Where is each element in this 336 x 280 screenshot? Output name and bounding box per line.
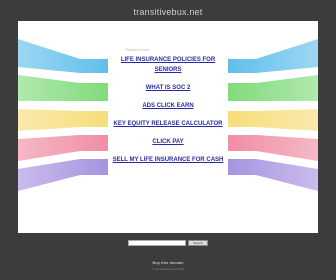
footer-note: © transitivebux.net 2024 (151, 267, 185, 271)
related-links-label: Related Links (125, 47, 150, 52)
link-ads-click-earn[interactable]: ADS CLICK EARN (110, 101, 226, 111)
search-bar: Search (0, 240, 336, 246)
search-button[interactable]: Search (188, 240, 208, 246)
content-panel: Related Links LIFE INSURANCE POLICIES FO… (18, 21, 318, 233)
link-click-pay[interactable]: CLICK PAY (110, 137, 226, 147)
related-links-list: LIFE INSURANCE POLICIES FOR SENIORS WHAT… (110, 55, 226, 173)
buy-domain-link[interactable]: Buy this domain (0, 260, 336, 265)
search-input[interactable] (128, 240, 186, 246)
domain-title: transitivebux.net (133, 7, 203, 17)
link-life-insurance-seniors[interactable]: LIFE INSURANCE POLICIES FOR SENIORS (110, 55, 226, 75)
link-what-is-soc2[interactable]: WHAT IS SOC 2 (110, 83, 226, 93)
link-key-equity-release[interactable]: KEY EQUITY RELEASE CALCULATOR (110, 119, 226, 129)
link-sell-life-insurance[interactable]: SELL MY LIFE INSURANCE FOR CASH (110, 155, 226, 165)
